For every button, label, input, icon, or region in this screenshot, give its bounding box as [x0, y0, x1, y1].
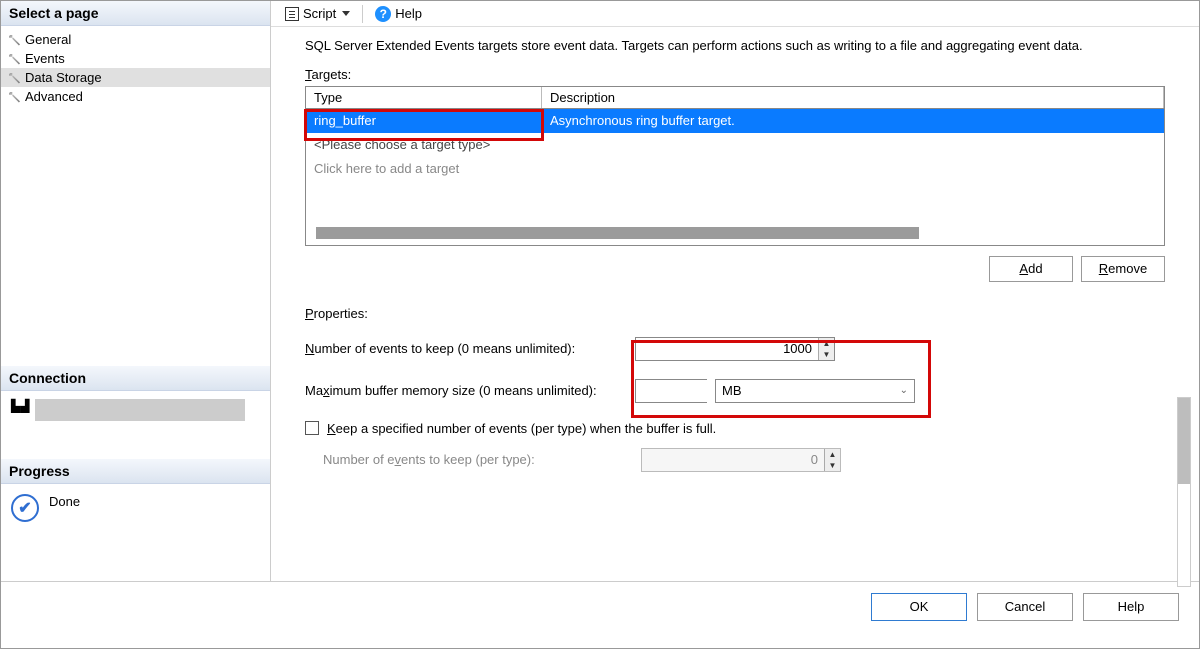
select-page-header: Select a page [1, 1, 270, 26]
server-icon: ▙▟ [11, 399, 29, 413]
main-panel: Script ? Help SQL Server Extended Events… [271, 1, 1199, 581]
grid-header: Type Description [306, 87, 1164, 109]
column-type[interactable]: Type [306, 87, 542, 108]
nav-item-label: Data Storage [25, 70, 102, 85]
targets-grid: Type Description ring_buffer Asynchronou… [305, 86, 1165, 246]
nav-item-general[interactable]: General [1, 30, 270, 49]
progress-status: Done [49, 494, 80, 509]
help-icon: ? [375, 6, 391, 22]
keep-per-type-checkbox[interactable] [305, 421, 319, 435]
nav-item-data-storage[interactable]: Data Storage [1, 68, 270, 87]
toolbar: Script ? Help [271, 1, 1199, 27]
target-desc-cell: Asynchronous ring buffer target. [542, 110, 1164, 131]
help-button[interactable]: ? Help [369, 4, 428, 24]
add-button[interactable]: Add [989, 256, 1073, 282]
target-hint-row[interactable]: Click here to add a target [306, 157, 1164, 181]
annotation-highlight [304, 109, 544, 141]
content-scrollbar[interactable] [1177, 397, 1191, 587]
description-text: SQL Server Extended Events targets store… [305, 37, 1165, 55]
wrench-icon [7, 90, 21, 104]
spin-down-icon: ▼ [825, 460, 840, 471]
nav-item-label: Events [25, 51, 65, 66]
help-button[interactable]: Help [1083, 593, 1179, 621]
wrench-icon [7, 71, 21, 85]
progress-area: ✔ Done [1, 484, 270, 532]
events-to-keep-label: Number of events to keep (0 means unlimi… [305, 341, 635, 356]
connection-area: ▙▟ [1, 391, 270, 429]
remove-button[interactable]: Remove [1081, 256, 1165, 282]
nav-item-label: General [25, 32, 71, 47]
connection-value [35, 399, 245, 421]
hint-cell: Click here to add a target [306, 158, 467, 179]
targets-label: Targets: [305, 67, 1165, 82]
sidebar: Select a page General Events Data Storag… [1, 1, 271, 581]
max-buffer-label: Maximum buffer memory size (0 means unli… [305, 383, 635, 398]
pertype-stepper: ▲▼ [641, 448, 841, 472]
script-button[interactable]: Script [279, 4, 356, 23]
script-icon [285, 7, 299, 21]
chevron-down-icon [342, 11, 350, 16]
cancel-button[interactable]: Cancel [977, 593, 1073, 621]
spin-up-icon: ▲ [825, 449, 840, 460]
wrench-icon [7, 52, 21, 66]
check-icon: ✔ [11, 494, 39, 522]
help-label: Help [395, 6, 422, 21]
nav-item-label: Advanced [25, 89, 83, 104]
nav-item-events[interactable]: Events [1, 49, 270, 68]
keep-per-type-label: Keep a specified number of events (per t… [327, 421, 716, 436]
dialog-footer: OK Cancel Help [1, 581, 1199, 631]
annotation-highlight [631, 340, 931, 418]
page-nav-list: General Events Data Storage Advanced [1, 26, 270, 120]
pertype-input [642, 449, 824, 471]
properties-label: Properties: [305, 306, 1165, 321]
pertype-label: Number of events to keep (per type): [323, 452, 641, 467]
targets-scrollbar[interactable] [316, 227, 1154, 239]
script-label: Script [303, 6, 336, 21]
ok-button[interactable]: OK [871, 593, 967, 621]
wrench-icon [7, 33, 21, 47]
progress-header: Progress [1, 459, 270, 484]
toolbar-divider [362, 5, 363, 23]
nav-item-advanced[interactable]: Advanced [1, 87, 270, 106]
column-description[interactable]: Description [542, 87, 1164, 108]
connection-header: Connection [1, 366, 270, 391]
